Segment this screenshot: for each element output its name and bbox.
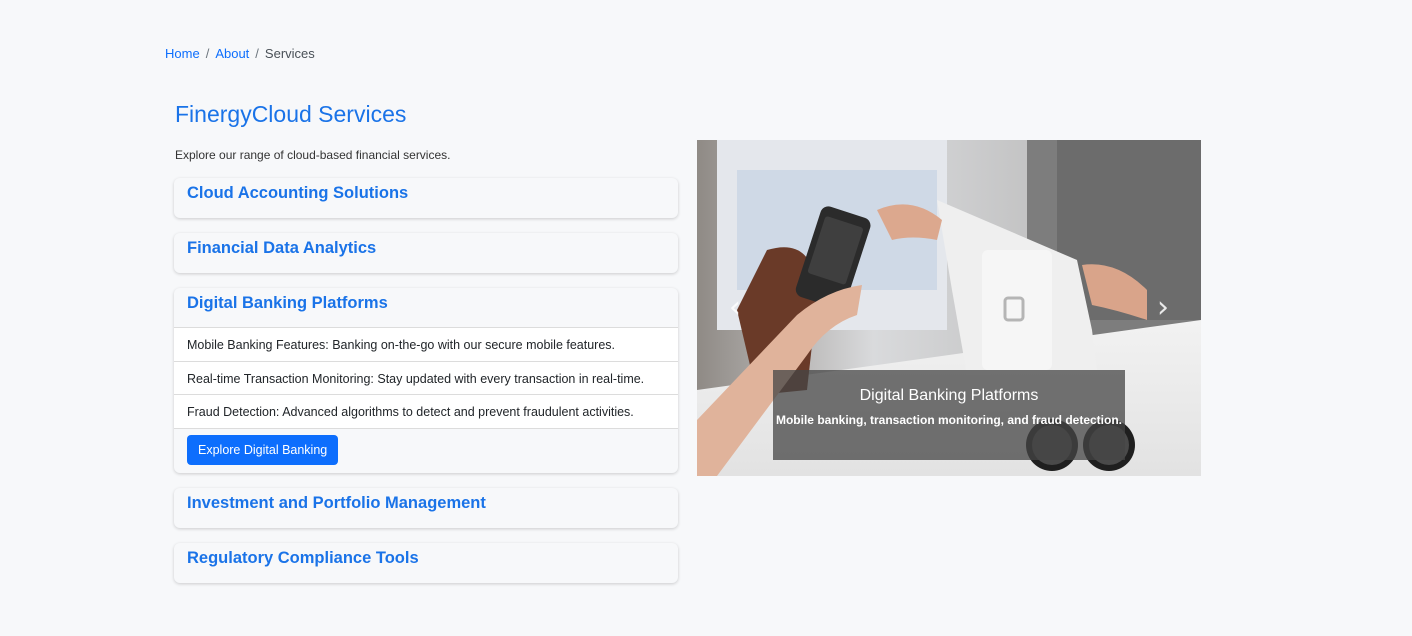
services-carousel: ‹ › Digital Banking Platforms Mobile ban… — [697, 140, 1201, 476]
list-item-transaction-monitoring: Real-time Transaction Monitoring: Stay u… — [174, 361, 678, 395]
accordion-header-financial-analytics[interactable]: Financial Data Analytics — [174, 233, 678, 273]
accordion-header-digital-banking[interactable]: Digital Banking Platforms — [174, 288, 678, 328]
page-intro: Explore our range of cloud-based financi… — [175, 148, 451, 162]
page-title: FinergyCloud Services — [175, 101, 407, 127]
breadcrumb-about[interactable]: About — [215, 46, 249, 61]
accordion-header-investment[interactable]: Investment and Portfolio Management — [174, 488, 678, 528]
carousel-prev-button[interactable]: ‹ — [715, 290, 755, 326]
accordion-header-regulatory[interactable]: Regulatory Compliance Tools — [174, 543, 678, 583]
explore-digital-banking-button[interactable]: Explore Digital Banking — [187, 434, 339, 465]
accordion-header-cloud-accounting[interactable]: Cloud Accounting Solutions — [174, 178, 678, 218]
list-item-fraud-detection: Fraud Detection: Advanced algorithms to … — [174, 395, 678, 429]
accordion-card-financial-analytics: Financial Data Analytics — [174, 233, 678, 273]
chevron-left-icon: ‹ — [729, 290, 741, 325]
list-item-mobile-banking: Mobile Banking Features: Banking on-the-… — [174, 328, 678, 362]
chevron-right-icon: › — [1157, 290, 1169, 325]
carousel-caption: Digital Banking Platforms Mobile banking… — [773, 370, 1125, 460]
accordion-footer: Explore Digital Banking — [174, 429, 678, 473]
breadcrumb-separator: / — [255, 46, 259, 61]
carousel-caption-title: Digital Banking Platforms — [859, 387, 1039, 404]
carousel-caption-text: Mobile banking, transaction monitoring, … — [775, 413, 1122, 427]
accordion-card-investment: Investment and Portfolio Management — [174, 487, 678, 528]
accordion-card-digital-banking: Digital Banking Platforms Mobile Banking… — [174, 288, 678, 473]
services-accordion: Cloud Accounting Solutions Financial Dat… — [174, 178, 678, 598]
accordion-card-cloud-accounting: Cloud Accounting Solutions — [174, 178, 678, 218]
breadcrumb-separator: / — [205, 46, 210, 61]
carousel-next-button[interactable]: › — [1143, 290, 1183, 326]
breadcrumb-home[interactable]: Home — [165, 46, 200, 61]
breadcrumb-current: Services — [264, 46, 315, 61]
breadcrumb: Home / About / Services — [165, 46, 315, 61]
accordion-card-regulatory: Regulatory Compliance Tools — [174, 542, 678, 583]
